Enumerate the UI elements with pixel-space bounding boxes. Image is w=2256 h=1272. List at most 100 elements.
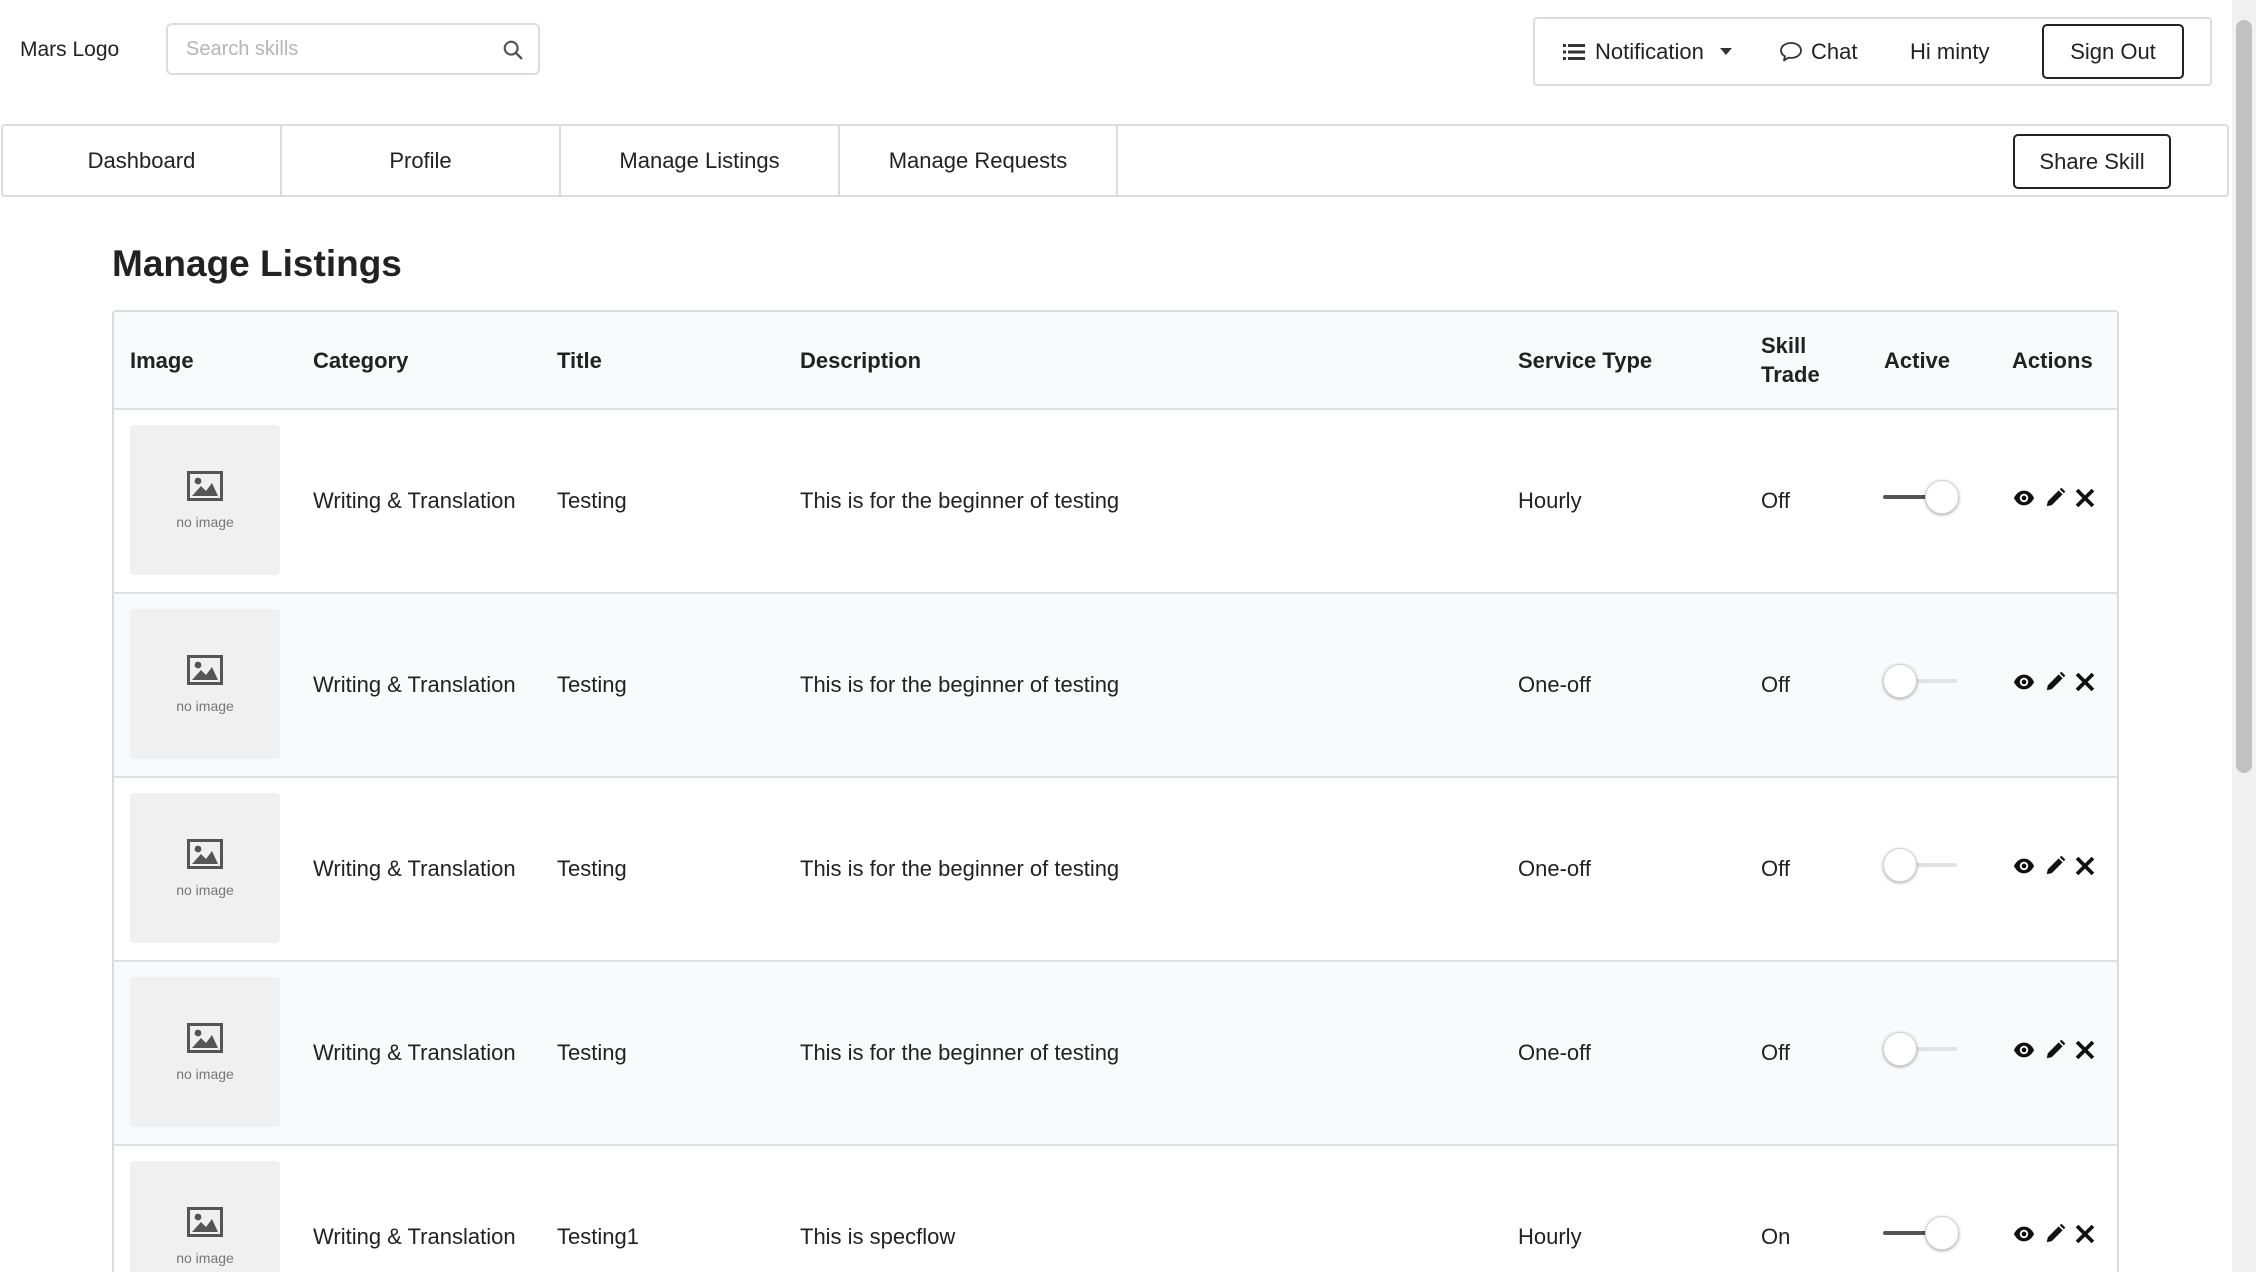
- no-image-text: no image: [176, 698, 234, 714]
- tab-dashboard[interactable]: Dashboard: [3, 126, 282, 195]
- scrollbar-thumb[interactable]: [2236, 20, 2252, 773]
- cell-service-type: Hourly: [1518, 488, 1582, 513]
- toggle-track: [1883, 495, 1929, 499]
- user-greeting[interactable]: Hi minty: [1910, 19, 1989, 84]
- cell-service-type: One-off: [1518, 1040, 1591, 1065]
- image-icon: [187, 655, 223, 685]
- eye-icon[interactable]: [2013, 487, 2035, 509]
- active-toggle[interactable]: [1883, 1216, 1959, 1250]
- tab-manage-requests[interactable]: Manage Requests: [840, 126, 1118, 195]
- cell-category: Writing & Translation: [313, 672, 516, 697]
- header-category: Category: [313, 347, 409, 373]
- close-icon[interactable]: [2075, 856, 2095, 876]
- list-icon: [1563, 43, 1585, 60]
- eye-icon[interactable]: [2013, 1039, 2035, 1061]
- cell-skill-trade: Off: [1761, 1040, 1790, 1065]
- close-icon[interactable]: [2075, 1224, 2095, 1244]
- cell-service-type: Hourly: [1518, 1224, 1582, 1249]
- notification-dropdown[interactable]: Notification: [1563, 19, 1732, 84]
- image-icon: [187, 471, 223, 501]
- image-icon: [187, 839, 223, 869]
- cell-skill-trade: Off: [1761, 488, 1790, 513]
- page-title: Manage Listings: [112, 243, 402, 284]
- pencil-icon[interactable]: [2044, 671, 2066, 693]
- cell-description: This is for the beginner of testing: [800, 672, 1120, 697]
- pencil-icon[interactable]: [2044, 487, 2066, 509]
- header-image: Image: [130, 347, 194, 373]
- sign-out-button[interactable]: Sign Out: [2042, 24, 2184, 79]
- cell-description: This is specflow: [800, 1224, 956, 1249]
- no-image-text: no image: [176, 514, 234, 530]
- active-toggle[interactable]: [1883, 1032, 1959, 1066]
- pencil-icon[interactable]: [2044, 855, 2066, 877]
- header-skill-trade: Skill Trade: [1761, 333, 1820, 387]
- table-row: no image Writing & Translation Testing This…: [114, 778, 2117, 962]
- header-actions: Actions: [2012, 347, 2093, 373]
- pencil-icon[interactable]: [2044, 1039, 2066, 1061]
- tab-manage-listings[interactable]: Manage Listings: [561, 126, 840, 195]
- chat-bubble-icon: [1780, 41, 1802, 61]
- header-active: Active: [1884, 347, 1951, 373]
- toggle-knob[interactable]: [1883, 664, 1917, 698]
- image-icon: [187, 1207, 223, 1237]
- cell-title: Testing: [557, 672, 627, 697]
- toggle-knob[interactable]: [1925, 480, 1959, 514]
- toggle-track: [1883, 1231, 1929, 1235]
- share-skill-button[interactable]: Share Skill: [2013, 134, 2171, 189]
- no-image-text: no image: [176, 882, 234, 898]
- cell-category: Writing & Translation: [313, 1224, 516, 1249]
- header-service-type: Service Type: [1518, 347, 1653, 373]
- tab-nav: Dashboard Profile Manage Listings Manage…: [1, 124, 2229, 197]
- listings-table: Image Category Title Description Service…: [112, 310, 2119, 1272]
- table-header: Image Category Title Description Service…: [114, 312, 2117, 410]
- caret-down-icon: [1719, 48, 1732, 55]
- tab-profile[interactable]: Profile: [282, 126, 561, 195]
- search-icon[interactable]: [502, 39, 524, 61]
- cell-description: This is for the beginner of testing: [800, 488, 1120, 513]
- user-menu: Notification Chat Hi minty Sign Out: [1533, 17, 2212, 86]
- header-description: Description: [800, 347, 922, 373]
- page-scrollbar[interactable]: [2232, 0, 2256, 1272]
- close-icon[interactable]: [2075, 672, 2095, 692]
- cell-skill-trade: On: [1761, 1224, 1791, 1249]
- table-row: no image Writing & Translation Testing1 Thi…: [114, 1146, 2117, 1272]
- notification-label: Notification: [1595, 38, 1704, 64]
- header-title: Title: [557, 347, 602, 373]
- listing-image: no image: [130, 425, 280, 575]
- active-toggle[interactable]: [1883, 848, 1959, 882]
- active-toggle[interactable]: [1883, 664, 1959, 698]
- table-row: no image Writing & Translation Testing This…: [114, 410, 2117, 594]
- cell-description: This is for the beginner of testing: [800, 856, 1120, 881]
- toggle-knob[interactable]: [1925, 1216, 1959, 1250]
- chat-link[interactable]: Chat: [1779, 19, 1857, 84]
- listing-image: no image: [130, 609, 280, 759]
- cell-skill-trade: Off: [1761, 672, 1790, 697]
- cell-skill-trade: Off: [1761, 856, 1790, 881]
- cell-category: Writing & Translation: [313, 1040, 516, 1065]
- table-row: no image Writing & Translation Testing This…: [114, 594, 2117, 778]
- toggle-knob[interactable]: [1883, 848, 1917, 882]
- pencil-icon[interactable]: [2044, 1223, 2066, 1245]
- cell-title: Testing1: [557, 1224, 639, 1249]
- close-icon[interactable]: [2075, 1040, 2095, 1060]
- no-image-text: no image: [176, 1250, 234, 1266]
- listing-image: no image: [130, 1161, 280, 1272]
- search-input[interactable]: [168, 25, 468, 73]
- eye-icon[interactable]: [2013, 855, 2035, 877]
- cell-service-type: One-off: [1518, 856, 1591, 881]
- listing-image: no image: [130, 977, 280, 1127]
- toggle-knob[interactable]: [1883, 1032, 1917, 1066]
- eye-icon[interactable]: [2013, 1223, 2035, 1245]
- eye-icon[interactable]: [2013, 671, 2035, 693]
- cell-service-type: One-off: [1518, 672, 1591, 697]
- cell-title: Testing: [557, 856, 627, 881]
- no-image-text: no image: [176, 1066, 234, 1082]
- chat-label: Chat: [1811, 38, 1858, 64]
- logo[interactable]: Mars Logo: [20, 38, 119, 62]
- cell-title: Testing: [557, 1040, 627, 1065]
- search-box: [166, 23, 540, 75]
- cell-category: Writing & Translation: [313, 488, 516, 513]
- active-toggle[interactable]: [1883, 480, 1959, 514]
- close-icon[interactable]: [2075, 488, 2095, 508]
- table-row: no image Writing & Translation Testing This…: [114, 962, 2117, 1146]
